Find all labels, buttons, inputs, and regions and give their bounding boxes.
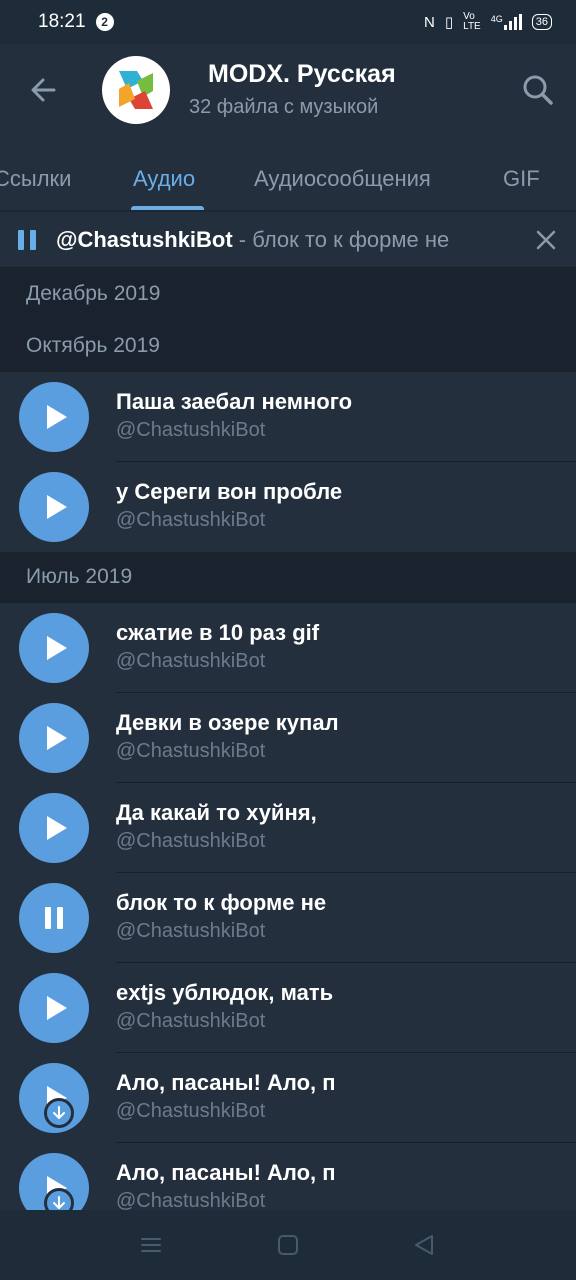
tab-links[interactable]: Ссылки xyxy=(0,166,71,192)
audio-title: Ало, пасаны! Ало, п xyxy=(116,1070,336,1095)
modx-logo-icon xyxy=(119,71,153,109)
audio-performer: @ChastushkiBot xyxy=(116,830,266,852)
play-button[interactable] xyxy=(19,472,89,542)
play-button[interactable] xyxy=(19,793,89,863)
back-button[interactable] xyxy=(24,70,64,110)
audio-title: Да какай то хуйня, xyxy=(116,800,317,825)
active-tab-indicator xyxy=(131,206,204,210)
audio-title: Ало, пасаны! Ало, п xyxy=(116,1160,336,1185)
arrow-down-icon xyxy=(53,1106,65,1119)
arrow-down-icon xyxy=(53,1196,65,1209)
chat-title: MODX. Русская xyxy=(208,60,396,88)
audio-performer: @ChastushkiBot xyxy=(116,1100,266,1122)
chat-avatar[interactable] xyxy=(102,56,170,124)
back-nav-button[interactable] xyxy=(411,1232,437,1258)
play-button[interactable] xyxy=(19,973,89,1043)
play-icon xyxy=(47,996,67,1020)
pause-icon xyxy=(30,230,36,250)
signal-icon: 4G xyxy=(491,14,522,30)
tab-gif[interactable]: GIF xyxy=(503,166,540,192)
recents-button[interactable] xyxy=(138,1232,164,1258)
play-button[interactable] xyxy=(19,382,89,452)
section-header-july-2019: Июль 2019 xyxy=(0,552,576,604)
audio-performer: @ChastushkiBot xyxy=(116,740,266,762)
volte-icon: Vo LTE xyxy=(463,11,481,32)
square-icon xyxy=(278,1235,298,1255)
player-close-button[interactable] xyxy=(532,226,560,254)
audio-item[interactable]: Да какай то хуйня, @ChastushkiBot xyxy=(0,783,576,873)
audio-item[interactable]: Ало, пасаны! Ало, п @ChastushkiBot xyxy=(0,1053,576,1143)
chat-header: MODX. Русская 32 файла с музыкой Ссылки … xyxy=(0,44,576,210)
player-pause-button[interactable] xyxy=(18,230,38,250)
audio-performer: @ChastushkiBot xyxy=(116,509,266,531)
audio-performer: @ChastushkiBot xyxy=(116,419,266,441)
audio-player-bar[interactable]: @ChastushkiBot - блок то к форме не xyxy=(0,212,576,268)
nfc-icon: N xyxy=(424,13,435,31)
player-title: - блок то к форме не xyxy=(232,227,450,252)
search-button[interactable] xyxy=(518,70,558,110)
pause-icon xyxy=(57,907,63,929)
status-bar: 18:21 2 N ▯ Vo LTE 4G 36 xyxy=(0,0,576,44)
audio-item-playing[interactable]: блок то к форме не @ChastushkiBot xyxy=(0,873,576,963)
section-header-october-2019: Октябрь 2019 xyxy=(0,321,576,373)
audio-item[interactable]: extjs ублюдок, мать @ChastushkiBot xyxy=(0,963,576,1053)
audio-item[interactable]: Паша заебал немного @ChastushkiBot xyxy=(0,372,576,462)
audio-title: Девки в озере купал xyxy=(116,710,339,735)
media-tabs: Ссылки Аудио Аудиосообщения GIF xyxy=(0,152,576,210)
status-time: 18:21 xyxy=(38,11,86,32)
audio-title: блок то к форме не xyxy=(116,890,327,915)
search-icon xyxy=(523,75,553,105)
play-button[interactable] xyxy=(19,613,89,683)
tab-audio[interactable]: Аудио xyxy=(133,166,195,192)
audio-performer: @ChastushkiBot xyxy=(116,650,266,672)
audio-performer: @ChastushkiBot xyxy=(116,1010,266,1032)
menu-icon xyxy=(141,1238,161,1252)
vibrate-icon: ▯ xyxy=(444,14,454,31)
audio-title: у Сереги вон пробле xyxy=(116,479,343,504)
audio-item[interactable]: Девки в озере купал @ChastushkiBot xyxy=(0,693,576,783)
pause-button[interactable] xyxy=(19,883,89,953)
network-label: 4G xyxy=(490,14,503,24)
play-icon xyxy=(47,816,67,840)
audio-title: сжатие в 10 раз gif xyxy=(116,620,320,645)
home-button[interactable] xyxy=(275,1232,301,1258)
play-button[interactable] xyxy=(19,703,89,773)
audio-title: Паша заебал немного xyxy=(116,389,353,414)
triangle-back-icon xyxy=(415,1235,433,1255)
chat-subtitle: 32 файла с музыкой xyxy=(189,96,379,118)
pause-icon xyxy=(18,230,24,250)
player-artist: @ChastushkiBot xyxy=(56,227,233,252)
audio-item[interactable]: у Сереги вон пробле @ChastushkiBot xyxy=(0,462,576,552)
player-track-info: @ChastushkiBot - блок то к форме не xyxy=(56,227,512,253)
audio-performer: @ChastushkiBot xyxy=(116,920,266,942)
play-icon xyxy=(47,636,67,660)
section-header-december-2019: Декабрь 2019 xyxy=(0,269,576,321)
pause-icon xyxy=(45,907,51,929)
play-icon xyxy=(47,495,67,519)
play-icon xyxy=(47,726,67,750)
audio-title: extjs ублюдок, мать xyxy=(116,980,334,1005)
tab-voice-messages[interactable]: Аудиосообщения xyxy=(254,166,431,192)
download-badge[interactable] xyxy=(44,1098,74,1128)
arrow-left-icon xyxy=(31,78,56,102)
close-icon xyxy=(536,230,556,250)
status-icons: N ▯ Vo LTE 4G 36 xyxy=(424,12,552,32)
system-nav-bar xyxy=(0,1210,576,1280)
audio-item[interactable]: сжатие в 10 раз gif @ChastushkiBot xyxy=(0,603,576,693)
notification-badge: 2 xyxy=(95,13,114,31)
play-icon xyxy=(47,405,67,429)
battery-icon: 36 xyxy=(531,14,552,30)
